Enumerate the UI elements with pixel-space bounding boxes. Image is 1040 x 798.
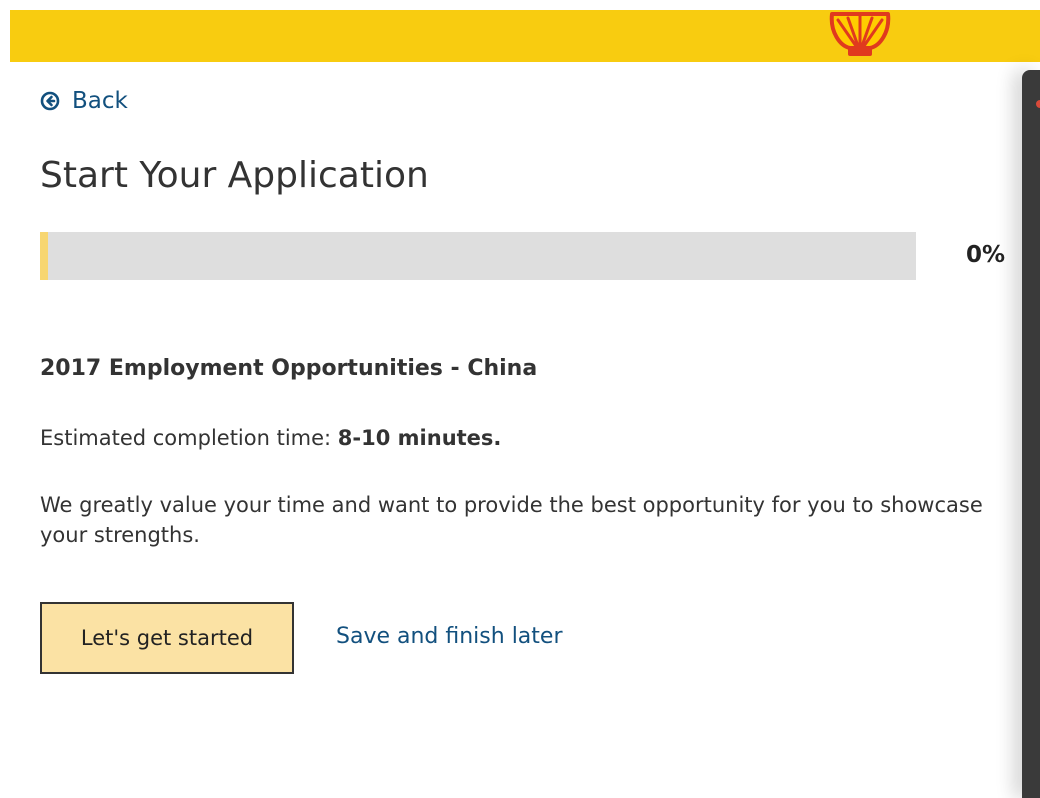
estimate-value: 8-10 minutes. [337, 426, 502, 450]
header-bar [10, 10, 1040, 62]
lets-get-started-button[interactable]: Let's get started [40, 602, 294, 674]
application-page: Back Start Your Application 0% 2017 Empl… [0, 0, 1040, 798]
page-title: Start Your Application [40, 155, 429, 196]
progress-percent-label: 0% [966, 242, 1006, 268]
panel-indicator-dot [1036, 100, 1040, 108]
estimate-label: Estimated completion time: [40, 426, 338, 450]
estimated-completion-time: Estimated completion time: 8-10 minutes. [40, 423, 501, 453]
job-posting-title: 2017 Employment Opportunities - China [40, 356, 538, 381]
progress-bar [40, 232, 916, 280]
save-and-finish-later-link[interactable]: Save and finish later [336, 622, 563, 652]
shell-logo-icon[interactable] [826, 10, 894, 56]
top-strip [0, 0, 1040, 10]
back-label: Back [72, 88, 128, 114]
progress-bar-fill [40, 232, 48, 280]
side-panel-edge [1022, 70, 1040, 798]
circle-arrow-left-icon [40, 91, 60, 111]
intro-description: We greatly value your time and want to p… [40, 493, 983, 547]
back-link[interactable]: Back [40, 86, 128, 116]
